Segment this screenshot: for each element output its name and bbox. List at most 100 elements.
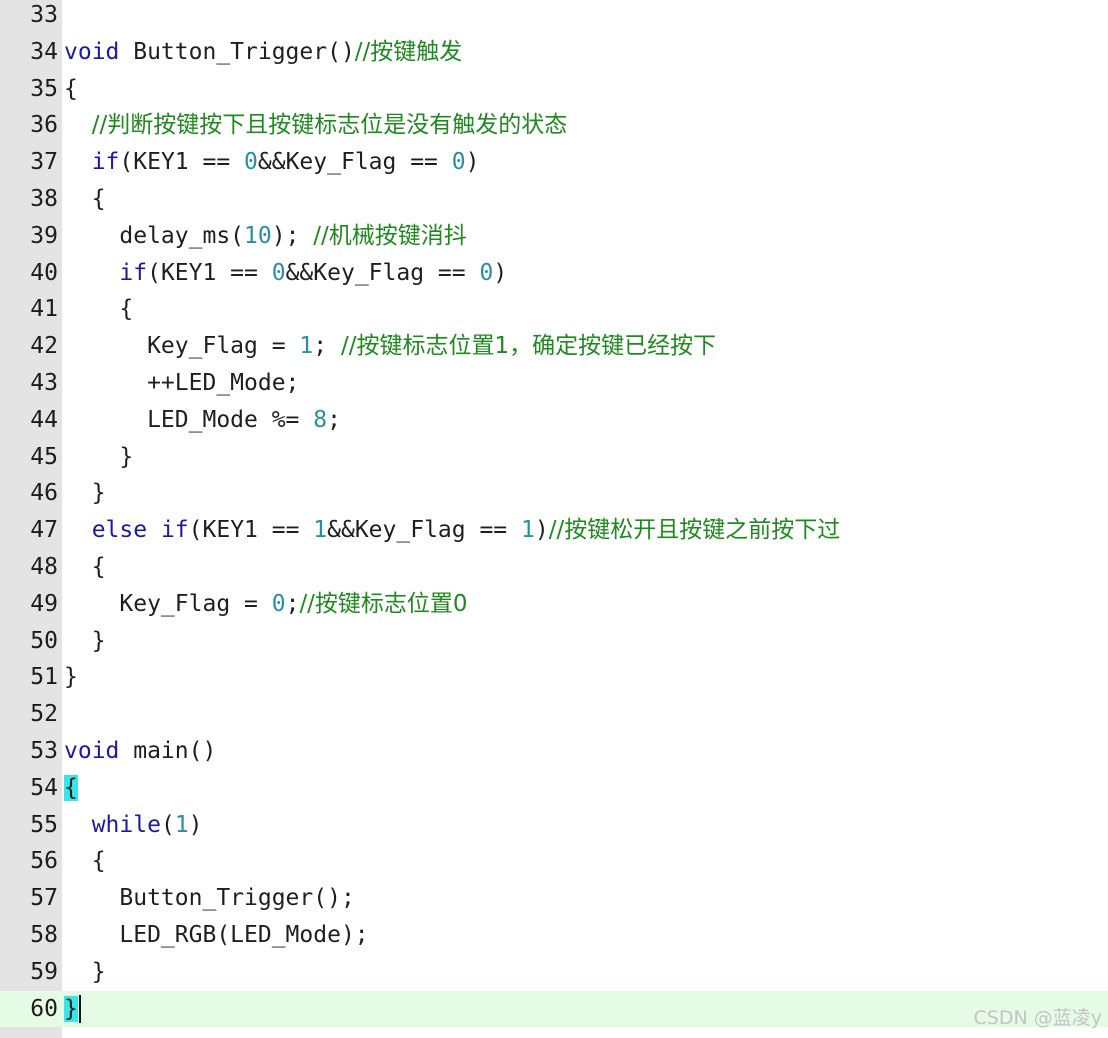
line-number: 41 xyxy=(30,296,58,323)
code-token: ++LED_Mode; xyxy=(64,369,300,396)
code-line[interactable]: 38 { xyxy=(0,181,1108,218)
number-token: 0 xyxy=(271,259,286,286)
code-content[interactable]: { xyxy=(64,843,106,880)
code-content[interactable]: } xyxy=(64,623,106,660)
code-content[interactable]: //判断按键按下且按键标志位是没有触发的状态 xyxy=(64,107,568,144)
code-content[interactable]: { xyxy=(64,291,133,328)
line-number: 43 xyxy=(30,369,58,396)
line-number: 40 xyxy=(30,259,58,286)
code-content[interactable]: { xyxy=(64,549,106,586)
line-number: 39 xyxy=(30,222,58,249)
keyword-token: else xyxy=(91,517,148,544)
code-line[interactable]: 39 delay_ms(10); //机械按键消抖 xyxy=(0,218,1108,255)
code-content[interactable]: } xyxy=(64,954,106,991)
code-line[interactable]: 50 } xyxy=(0,623,1108,660)
code-editor[interactable]: 33 34 void Button_Trigger()//按键触发 35{36 //判… xyxy=(0,0,1108,1038)
code-line[interactable]: 51} xyxy=(0,659,1108,696)
code-content[interactable]: void Button_Trigger()//按键触发 xyxy=(64,34,462,71)
code-token: ) xyxy=(534,517,549,544)
code-token: LED_RGB(LED_Mode); xyxy=(64,921,369,948)
code-content[interactable]: void main() xyxy=(64,733,216,770)
comment-token: //按键松开且按键之前按下过 xyxy=(548,517,841,544)
code-content[interactable]: } xyxy=(64,475,106,512)
code-line[interactable]: 43 ++LED_Mode; xyxy=(0,365,1108,402)
line-number: 37 xyxy=(30,149,58,176)
code-token: ) xyxy=(493,259,508,286)
code-token: Button_Trigger(); xyxy=(64,885,355,912)
code-line[interactable]: 33 xyxy=(0,0,1108,34)
code-content[interactable]: { xyxy=(64,181,106,218)
code-line[interactable]: 52 xyxy=(0,696,1108,733)
code-line[interactable]: 36 //判断按键按下且按键标志位是没有触发的状态 xyxy=(0,107,1108,144)
line-number: 52 xyxy=(30,701,58,728)
number-token: 8 xyxy=(313,406,328,433)
code-content[interactable]: { xyxy=(64,770,78,807)
code-line[interactable]: 59 } xyxy=(0,954,1108,991)
line-number: 56 xyxy=(30,848,58,875)
code-line[interactable]: 57 Button_Trigger(); xyxy=(0,880,1108,917)
code-line[interactable]: 44 LED_Mode %= 8; xyxy=(0,402,1108,439)
number-token: 1 xyxy=(299,333,314,360)
code-token: ); xyxy=(271,222,314,249)
code-content[interactable]: } xyxy=(64,439,133,476)
code-content[interactable]: Key_Flag = 1; //按键标志位置1，确定按键已经按下 xyxy=(64,328,716,365)
code-content[interactable]: Button_Trigger(); xyxy=(64,880,355,917)
code-token: } xyxy=(64,627,106,654)
code-content[interactable]: LED_RGB(LED_Mode); xyxy=(64,917,369,954)
code-line[interactable]: 60} xyxy=(0,990,1108,1028)
code-line[interactable]: 47 else if(KEY1 == 1&&Key_Flag == 1)//按键… xyxy=(0,512,1108,549)
code-line[interactable]: 56 { xyxy=(0,843,1108,880)
keyword-token: if xyxy=(91,149,120,176)
code-line[interactable]: 37 if(KEY1 == 0&&Key_Flag == 0) xyxy=(0,144,1108,181)
line-number: 53 xyxy=(30,737,58,764)
keyword-token: if xyxy=(160,517,189,544)
code-content[interactable]: if(KEY1 == 0&&Key_Flag == 0) xyxy=(64,144,480,181)
code-line[interactable]: 49 Key_Flag = 0;//按键标志位置0 xyxy=(0,586,1108,623)
line-number: 51 xyxy=(30,664,58,691)
code-line[interactable]: 45 } xyxy=(0,439,1108,476)
line-number: 47 xyxy=(30,517,58,544)
code-line[interactable]: 41 { xyxy=(0,291,1108,328)
code-content[interactable]: LED_Mode %= 8; xyxy=(64,402,341,439)
code-token: (KEY1 == xyxy=(147,259,272,286)
code-line[interactable]: 55 while(1) xyxy=(0,807,1108,844)
code-content[interactable]: } xyxy=(64,991,81,1028)
code-content[interactable]: { xyxy=(64,71,78,108)
code-line[interactable]: 40 if(KEY1 == 0&&Key_Flag == 0) xyxy=(0,255,1108,292)
code-token: } xyxy=(64,480,106,507)
code-token: ) xyxy=(465,149,480,176)
code-line[interactable]: 34 void Button_Trigger()//按键触发 xyxy=(0,34,1108,71)
code-token: main() xyxy=(119,737,217,764)
comment-token: //机械按键消抖 xyxy=(313,222,467,249)
line-number: 44 xyxy=(30,406,58,433)
number-token: 0 xyxy=(244,149,258,176)
code-line[interactable]: 48 { xyxy=(0,549,1108,586)
code-token: (KEY1 == xyxy=(188,517,314,544)
code-content[interactable]: } xyxy=(64,659,78,696)
code-token: Key_Flag = xyxy=(64,590,272,617)
code-content[interactable]: ++LED_Mode; xyxy=(64,365,299,402)
comment-token: //按键标志位置0 xyxy=(299,590,468,617)
code-line[interactable]: 42 Key_Flag = 1; //按键标志位置1，确定按键已经按下 xyxy=(0,328,1108,365)
code-token: &&Key_Flag == xyxy=(285,259,480,286)
code-token: } xyxy=(64,664,78,691)
matched-brace-token: } xyxy=(64,995,78,1022)
line-number: 35 xyxy=(30,75,58,102)
code-content[interactable]: else if(KEY1 == 1&&Key_Flag == 1)//按键松开且… xyxy=(64,512,841,549)
code-lines[interactable]: 33 34 void Button_Trigger()//按键触发 35{36 //判… xyxy=(0,0,1108,1028)
code-content[interactable]: while(1) xyxy=(64,807,203,844)
code-line[interactable]: 46 } xyxy=(0,475,1108,512)
line-number: 45 xyxy=(30,443,58,470)
code-content[interactable]: if(KEY1 == 0&&Key_Flag == 0) xyxy=(64,255,507,292)
line-number: 54 xyxy=(30,774,58,801)
code-line[interactable]: 58 LED_RGB(LED_Mode); xyxy=(0,917,1108,954)
number-token: 0 xyxy=(451,149,466,176)
code-content[interactable]: Key_Flag = 0;//按键标志位置0 xyxy=(64,586,468,623)
code-line[interactable]: 54{ xyxy=(0,770,1108,807)
code-line[interactable]: 53 void main() xyxy=(0,733,1108,770)
code-line[interactable]: 35{ xyxy=(0,71,1108,108)
code-content[interactable]: delay_ms(10); //机械按键消抖 xyxy=(64,218,467,255)
